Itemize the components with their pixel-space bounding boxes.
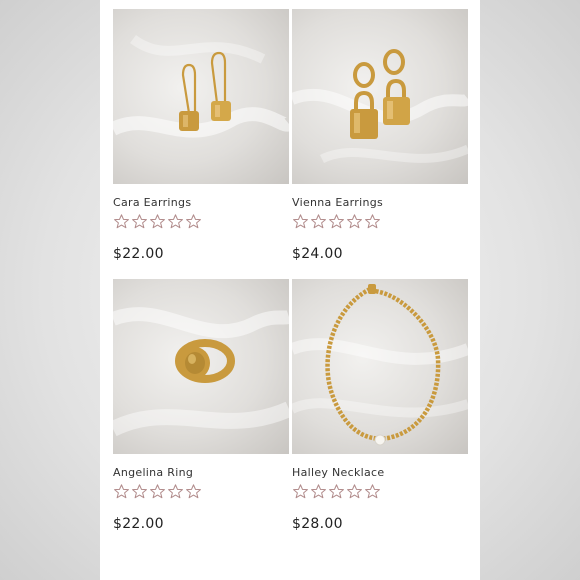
star-rating[interactable]: [113, 483, 289, 503]
star-outline-icon[interactable]: [149, 483, 166, 503]
product-card[interactable]: Halley Necklace $28.00: [292, 279, 468, 532]
product-card[interactable]: Vienna Earrings $24.00: [292, 9, 468, 262]
product-grid-page: Cara Earrings $22.00 Vienna Earrings $24…: [100, 0, 480, 580]
star-outline-icon[interactable]: [113, 213, 130, 233]
star-outline-icon[interactable]: [364, 483, 381, 503]
star-outline-icon[interactable]: [328, 483, 345, 503]
star-rating[interactable]: [292, 483, 468, 503]
product-image-safety-pin-lock-earrings[interactable]: [113, 9, 289, 184]
star-outline-icon[interactable]: [310, 213, 327, 233]
product-price: $28.00: [292, 516, 343, 532]
star-outline-icon[interactable]: [113, 483, 130, 503]
product-card[interactable]: Cara Earrings $22.00: [113, 9, 289, 262]
product-name[interactable]: Cara Earrings: [113, 196, 289, 209]
star-outline-icon[interactable]: [346, 213, 363, 233]
star-outline-icon[interactable]: [131, 213, 148, 233]
star-outline-icon[interactable]: [364, 213, 381, 233]
star-outline-icon[interactable]: [328, 213, 345, 233]
star-outline-icon[interactable]: [149, 213, 166, 233]
star-outline-icon[interactable]: [292, 483, 309, 503]
product-price: $22.00: [113, 246, 164, 262]
star-outline-icon[interactable]: [131, 483, 148, 503]
product-card[interactable]: Angelina Ring $22.00: [113, 279, 289, 532]
star-outline-icon[interactable]: [167, 213, 184, 233]
product-name[interactable]: Vienna Earrings: [292, 196, 468, 209]
star-outline-icon[interactable]: [310, 483, 327, 503]
star-outline-icon[interactable]: [346, 483, 363, 503]
product-price: $24.00: [292, 246, 343, 262]
star-outline-icon[interactable]: [292, 213, 309, 233]
star-outline-icon[interactable]: [185, 213, 202, 233]
star-outline-icon[interactable]: [185, 483, 202, 503]
product-image-pearl-chain-necklace[interactable]: [292, 279, 468, 454]
star-rating[interactable]: [113, 213, 289, 233]
product-price: $22.00: [113, 516, 164, 532]
product-image-signet-ring[interactable]: [113, 279, 289, 454]
product-image-padlock-hoop-earrings[interactable]: [292, 9, 468, 184]
product-name[interactable]: Halley Necklace: [292, 466, 468, 479]
star-rating[interactable]: [292, 213, 468, 233]
product-name[interactable]: Angelina Ring: [113, 466, 289, 479]
star-outline-icon[interactable]: [167, 483, 184, 503]
